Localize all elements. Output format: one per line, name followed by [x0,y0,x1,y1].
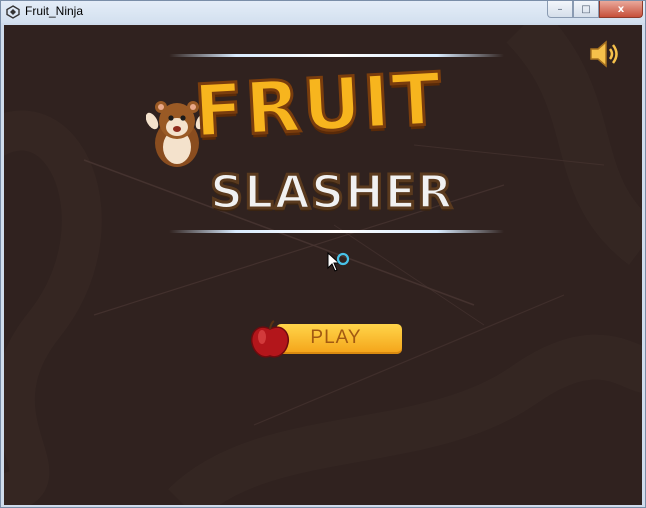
app-window: Fruit_Ninja – □ x FRUIT SLASHER PLAY [0,0,646,508]
play-button-label[interactable]: PLAY [286,327,386,349]
maximize-button[interactable]: □ [573,1,599,18]
logo-bottom-line [169,230,504,233]
minimize-button[interactable]: – [547,1,573,18]
title-bar[interactable]: Fruit_Ninja – □ x [1,1,645,23]
sound-toggle-icon[interactable] [588,39,624,69]
window-title: Fruit_Ninja [25,4,84,18]
close-button[interactable]: x [599,1,643,18]
window-controls: – □ x [547,1,643,19]
play-button[interactable]: PLAY [248,320,404,358]
mouse-cursor-icon [327,251,350,272]
logo-title-fruit: FRUIT [190,55,446,155]
logo-top-line [169,54,504,57]
game-canvas[interactable]: FRUIT SLASHER PLAY [4,25,642,505]
apple-icon[interactable] [248,319,292,361]
logo-title-slasher: SLASHER [209,164,455,221]
unity-icon [6,5,20,19]
